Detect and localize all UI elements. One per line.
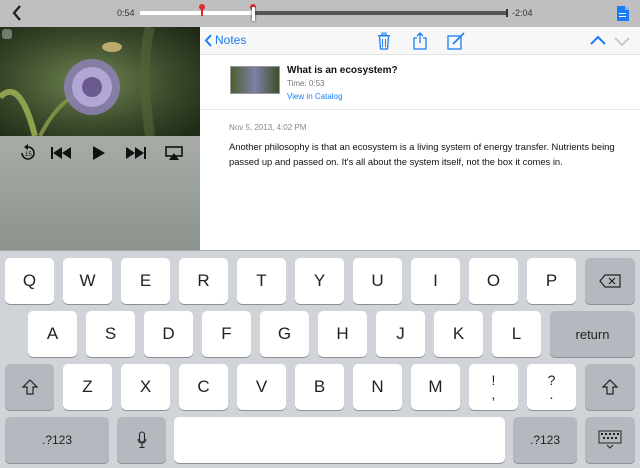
- play-icon[interactable]: [88, 144, 110, 162]
- microphone-icon: [136, 431, 147, 449]
- video-frame[interactable]: [0, 27, 200, 136]
- note-body-text[interactable]: Another philosophy is that an ecosystem …: [229, 139, 629, 169]
- rewind-icon[interactable]: [50, 144, 72, 162]
- key-question-period[interactable]: ? .: [527, 364, 576, 410]
- key-n[interactable]: N: [353, 364, 402, 410]
- key-t[interactable]: T: [237, 258, 286, 304]
- key-exclaim-comma[interactable]: ! ,: [469, 364, 518, 410]
- note-time: Time: 0:53: [287, 79, 325, 88]
- key-x[interactable]: X: [121, 364, 170, 410]
- notes-toolbar: Notes: [200, 27, 640, 55]
- notes-document-icon[interactable]: [616, 5, 630, 22]
- dictation-key[interactable]: [117, 417, 166, 463]
- shift-key-right[interactable]: [585, 364, 635, 410]
- onscreen-keyboard: Q W E R T Y U I O P A S D F G H J K L re…: [0, 250, 640, 468]
- note-marker[interactable]: [199, 4, 206, 16]
- trash-icon[interactable]: [375, 32, 393, 50]
- key-v[interactable]: V: [237, 364, 286, 410]
- scrubber-track[interactable]: [140, 4, 508, 21]
- backspace-key[interactable]: [585, 258, 635, 304]
- key-d[interactable]: D: [144, 311, 193, 357]
- key-b[interactable]: B: [295, 364, 344, 410]
- fast-forward-icon[interactable]: [125, 144, 147, 162]
- track-end-cap: [506, 9, 508, 17]
- numbers-key-left[interactable]: .?123: [5, 417, 109, 463]
- note-title: What is an ecosystem?: [287, 65, 398, 76]
- key-p[interactable]: P: [527, 258, 576, 304]
- elapsed-time: 0:54: [117, 8, 135, 18]
- playhead-handle[interactable]: [252, 7, 256, 21]
- compose-icon[interactable]: [447, 32, 465, 50]
- key-w[interactable]: W: [63, 258, 112, 304]
- key-i[interactable]: I: [411, 258, 460, 304]
- playback-controls: 15: [0, 136, 200, 250]
- space-bar[interactable]: [174, 417, 505, 463]
- remaining-time: -2:04: [512, 8, 533, 18]
- replay-15-icon[interactable]: 15: [17, 144, 39, 162]
- svg-text:15: 15: [25, 152, 32, 158]
- key-l[interactable]: L: [492, 311, 541, 357]
- key-z[interactable]: Z: [63, 364, 112, 410]
- note-date: Nov 5, 2013, 4:02 PM: [229, 123, 307, 132]
- key-u[interactable]: U: [353, 258, 402, 304]
- note-thumbnail[interactable]: [230, 66, 280, 94]
- key-m[interactable]: M: [411, 364, 460, 410]
- key-o[interactable]: O: [469, 258, 518, 304]
- note-header: What is an ecosystem? Time: 0:53 View in…: [230, 65, 630, 105]
- key-c[interactable]: C: [179, 364, 228, 410]
- key-comma-label: ,: [491, 386, 496, 402]
- shift-icon: [602, 379, 618, 395]
- notes-back-button[interactable]: Notes: [204, 33, 246, 47]
- airplay-icon[interactable]: [163, 144, 185, 162]
- scrubber-bar: 0:54 -2:04: [0, 0, 640, 27]
- keyboard-dismiss-icon: [598, 430, 622, 449]
- key-f[interactable]: F: [202, 311, 251, 357]
- key-e[interactable]: E: [121, 258, 170, 304]
- view-in-catalog-link[interactable]: View in Catalog: [287, 92, 342, 101]
- backspace-icon: [599, 274, 621, 288]
- back-chevron-icon[interactable]: [6, 3, 28, 23]
- back-chevron-icon: [204, 33, 212, 47]
- hide-keyboard-key[interactable]: [585, 417, 635, 463]
- key-g[interactable]: G: [260, 311, 309, 357]
- key-exclaim-label: !: [491, 372, 496, 388]
- key-a[interactable]: A: [28, 311, 77, 357]
- key-question-label: ?: [547, 372, 556, 388]
- divider: [200, 109, 640, 110]
- key-s[interactable]: S: [86, 311, 135, 357]
- shift-key-left[interactable]: [5, 364, 54, 410]
- notes-panel: Notes What is an ecosystem? Time: 0:53 V…: [200, 27, 640, 250]
- notes-back-label: Notes: [215, 33, 247, 47]
- share-icon[interactable]: [411, 32, 429, 50]
- played-portion: [140, 11, 254, 15]
- return-key[interactable]: return: [550, 311, 635, 357]
- key-r[interactable]: R: [179, 258, 228, 304]
- key-h[interactable]: H: [318, 311, 367, 357]
- numbers-key-right[interactable]: .?123: [513, 417, 577, 463]
- key-q[interactable]: Q: [5, 258, 54, 304]
- next-note-chevron-icon[interactable]: [613, 32, 631, 50]
- key-y[interactable]: Y: [295, 258, 344, 304]
- key-k[interactable]: K: [434, 311, 483, 357]
- previous-note-chevron-icon[interactable]: [589, 32, 607, 50]
- shift-icon: [21, 379, 38, 395]
- key-j[interactable]: J: [376, 311, 425, 357]
- key-period-label: .: [549, 386, 554, 402]
